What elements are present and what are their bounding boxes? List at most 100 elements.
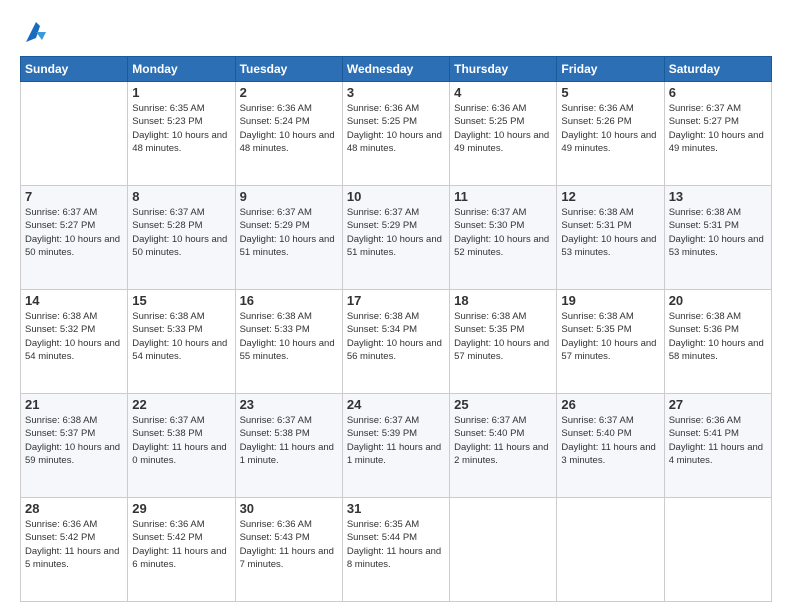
calendar-cell: 13 Sunrise: 6:38 AMSunset: 5:31 PMDayligh…: [664, 186, 771, 290]
day-info: Sunrise: 6:38 AMSunset: 5:37 PMDaylight:…: [25, 414, 123, 467]
calendar-cell: 27Sunrise: 6:36 AMSunset: 5:41 PMDayligh…: [664, 394, 771, 498]
day-number: 22: [132, 397, 230, 412]
calendar-cell: 28 Sunrise: 6:36 AMSunset: 5:42 PMDayligh…: [21, 498, 128, 602]
calendar-header-row: SundayMondayTuesdayWednesdayThursdayFrid…: [21, 57, 772, 82]
calendar-cell: 16Sunrise: 6:38 AMSunset: 5:33 PMDayligh…: [235, 290, 342, 394]
day-number: 20: [669, 293, 767, 308]
day-info: Sunrise: 6:36 AMSunset: 5:26 PMDaylight:…: [561, 102, 659, 155]
calendar-cell: 1Sunrise: 6:35 AMSunset: 5:23 PMDaylight…: [128, 82, 235, 186]
logo-icon: [22, 18, 50, 46]
calendar-day-header: Thursday: [450, 57, 557, 82]
day-info: Sunrise: 6:38 AMSunset: 5:33 PMDaylight:…: [132, 310, 230, 363]
logo: [20, 18, 50, 46]
day-number: 15: [132, 293, 230, 308]
day-number: 13: [669, 189, 767, 204]
day-info: Sunrise: 6:37 AMSunset: 5:27 PMDaylight:…: [669, 102, 767, 155]
header: [20, 18, 772, 46]
day-number: 31: [347, 501, 445, 516]
calendar-cell: 14Sunrise: 6:38 AMSunset: 5:32 PMDayligh…: [21, 290, 128, 394]
day-number: 18: [454, 293, 552, 308]
calendar-cell: 3 Sunrise: 6:36 AMSunset: 5:25 PMDaylight…: [342, 82, 449, 186]
calendar-cell: 15 Sunrise: 6:38 AMSunset: 5:33 PMDayligh…: [128, 290, 235, 394]
day-info: Sunrise: 6:37 AMSunset: 5:30 PMDaylight:…: [454, 206, 552, 259]
day-number: 17: [347, 293, 445, 308]
calendar-cell: [21, 82, 128, 186]
day-info: Sunrise: 6:37 AMSunset: 5:27 PMDaylight:…: [25, 206, 123, 259]
day-info: Sunrise: 6:37 AMSunset: 5:40 PMDaylight:…: [561, 414, 659, 467]
day-info: Sunrise: 6:37 AMSunset: 5:29 PMDaylight:…: [347, 206, 445, 259]
day-info: Sunrise: 6:38 AMSunset: 5:31 PMDaylight:…: [669, 206, 767, 259]
calendar-cell: 21 Sunrise: 6:38 AMSunset: 5:37 PMDayligh…: [21, 394, 128, 498]
calendar-week-row: 7Sunrise: 6:37 AMSunset: 5:27 PMDaylight…: [21, 186, 772, 290]
calendar-day-header: Sunday: [21, 57, 128, 82]
day-info: Sunrise: 6:38 AMSunset: 5:32 PMDaylight:…: [25, 310, 123, 363]
day-number: 4: [454, 85, 552, 100]
calendar-cell: 5 Sunrise: 6:36 AMSunset: 5:26 PMDaylight…: [557, 82, 664, 186]
calendar-cell: 18 Sunrise: 6:38 AMSunset: 5:35 PMDayligh…: [450, 290, 557, 394]
calendar-week-row: 28 Sunrise: 6:36 AMSunset: 5:42 PMDayligh…: [21, 498, 772, 602]
calendar-day-header: Wednesday: [342, 57, 449, 82]
calendar-cell: 4 Sunrise: 6:36 AMSunset: 5:25 PMDaylight…: [450, 82, 557, 186]
day-number: 29: [132, 501, 230, 516]
day-number: 27: [669, 397, 767, 412]
day-number: 12: [561, 189, 659, 204]
day-info: Sunrise: 6:36 AMSunset: 5:42 PMDaylight:…: [25, 518, 123, 571]
day-number: 5: [561, 85, 659, 100]
calendar-cell: 12 Sunrise: 6:38 AMSunset: 5:31 PMDayligh…: [557, 186, 664, 290]
day-number: 21: [25, 397, 123, 412]
day-info: Sunrise: 6:37 AMSunset: 5:29 PMDaylight:…: [240, 206, 338, 259]
day-number: 24: [347, 397, 445, 412]
day-number: 23: [240, 397, 338, 412]
day-info: Sunrise: 6:38 AMSunset: 5:35 PMDaylight:…: [561, 310, 659, 363]
day-number: 10: [347, 189, 445, 204]
calendar-cell: [450, 498, 557, 602]
day-number: 19: [561, 293, 659, 308]
calendar-week-row: 1Sunrise: 6:35 AMSunset: 5:23 PMDaylight…: [21, 82, 772, 186]
calendar-cell: 25 Sunrise: 6:37 AMSunset: 5:40 PMDayligh…: [450, 394, 557, 498]
calendar-day-header: Tuesday: [235, 57, 342, 82]
calendar-cell: 7Sunrise: 6:37 AMSunset: 5:27 PMDaylight…: [21, 186, 128, 290]
calendar-week-row: 14Sunrise: 6:38 AMSunset: 5:32 PMDayligh…: [21, 290, 772, 394]
day-info: Sunrise: 6:38 AMSunset: 5:35 PMDaylight:…: [454, 310, 552, 363]
calendar-cell: 22 Sunrise: 6:37 AMSunset: 5:38 PMDayligh…: [128, 394, 235, 498]
calendar-cell: 30 Sunrise: 6:36 AMSunset: 5:43 PMDayligh…: [235, 498, 342, 602]
calendar-cell: 17Sunrise: 6:38 AMSunset: 5:34 PMDayligh…: [342, 290, 449, 394]
day-info: Sunrise: 6:35 AMSunset: 5:44 PMDaylight:…: [347, 518, 445, 571]
calendar-cell: 20 Sunrise: 6:38 AMSunset: 5:36 PMDayligh…: [664, 290, 771, 394]
day-number: 8: [132, 189, 230, 204]
day-number: 11: [454, 189, 552, 204]
day-number: 25: [454, 397, 552, 412]
day-info: Sunrise: 6:36 AMSunset: 5:42 PMDaylight:…: [132, 518, 230, 571]
calendar-cell: 8 Sunrise: 6:37 AMSunset: 5:28 PMDaylight…: [128, 186, 235, 290]
day-number: 3: [347, 85, 445, 100]
calendar-cell: 9 Sunrise: 6:37 AMSunset: 5:29 PMDaylight…: [235, 186, 342, 290]
day-info: Sunrise: 6:37 AMSunset: 5:28 PMDaylight:…: [132, 206, 230, 259]
day-number: 2: [240, 85, 338, 100]
calendar-cell: 31 Sunrise: 6:35 AMSunset: 5:44 PMDayligh…: [342, 498, 449, 602]
calendar-week-row: 21 Sunrise: 6:38 AMSunset: 5:37 PMDayligh…: [21, 394, 772, 498]
calendar-cell: 2Sunrise: 6:36 AMSunset: 5:24 PMDaylight…: [235, 82, 342, 186]
calendar-cell: 23 Sunrise: 6:37 AMSunset: 5:38 PMDayligh…: [235, 394, 342, 498]
day-info: Sunrise: 6:38 AMSunset: 5:33 PMDaylight:…: [240, 310, 338, 363]
day-info: Sunrise: 6:37 AMSunset: 5:40 PMDaylight:…: [454, 414, 552, 467]
day-info: Sunrise: 6:37 AMSunset: 5:38 PMDaylight:…: [132, 414, 230, 467]
calendar-cell: [664, 498, 771, 602]
day-info: Sunrise: 6:36 AMSunset: 5:43 PMDaylight:…: [240, 518, 338, 571]
page: SundayMondayTuesdayWednesdayThursdayFrid…: [0, 0, 792, 612]
day-number: 28: [25, 501, 123, 516]
calendar-day-header: Friday: [557, 57, 664, 82]
day-info: Sunrise: 6:36 AMSunset: 5:25 PMDaylight:…: [454, 102, 552, 155]
day-info: Sunrise: 6:38 AMSunset: 5:31 PMDaylight:…: [561, 206, 659, 259]
calendar-cell: 24Sunrise: 6:37 AMSunset: 5:39 PMDayligh…: [342, 394, 449, 498]
calendar-cell: 19 Sunrise: 6:38 AMSunset: 5:35 PMDayligh…: [557, 290, 664, 394]
day-info: Sunrise: 6:37 AMSunset: 5:38 PMDaylight:…: [240, 414, 338, 467]
calendar-cell: 26 Sunrise: 6:37 AMSunset: 5:40 PMDayligh…: [557, 394, 664, 498]
day-number: 9: [240, 189, 338, 204]
day-number: 26: [561, 397, 659, 412]
day-info: Sunrise: 6:35 AMSunset: 5:23 PMDaylight:…: [132, 102, 230, 155]
calendar-cell: 29 Sunrise: 6:36 AMSunset: 5:42 PMDayligh…: [128, 498, 235, 602]
calendar-cell: 11 Sunrise: 6:37 AMSunset: 5:30 PMDayligh…: [450, 186, 557, 290]
day-info: Sunrise: 6:38 AMSunset: 5:36 PMDaylight:…: [669, 310, 767, 363]
day-number: 30: [240, 501, 338, 516]
day-info: Sunrise: 6:36 AMSunset: 5:25 PMDaylight:…: [347, 102, 445, 155]
